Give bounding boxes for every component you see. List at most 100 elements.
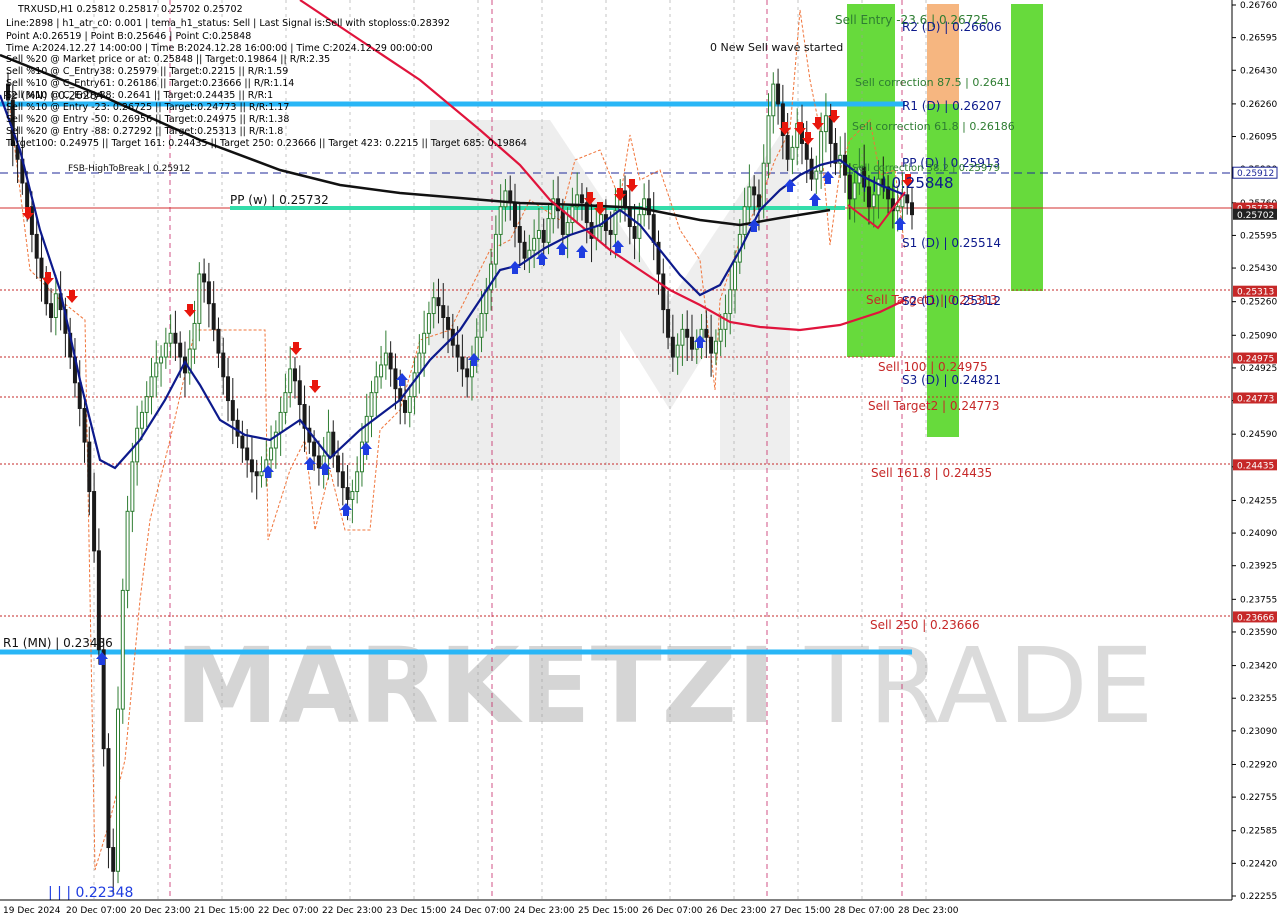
- info-line-11: Target100: 0.24975 || Target 161: 0.2443…: [5, 138, 527, 149]
- candle-body: [713, 340, 718, 354]
- candle-body: [785, 135, 790, 160]
- x-tick-label: 26 Dec 23:00: [706, 906, 767, 916]
- candle-body: [623, 190, 628, 208]
- candle-body: [441, 305, 446, 318]
- candle-body: [259, 471, 264, 477]
- candle-body: [82, 407, 87, 443]
- candle-body: [53, 293, 58, 318]
- candle-body: [245, 447, 250, 461]
- x-tick-label: 25 Dec 15:00: [578, 906, 639, 916]
- green-zone-3: [1011, 4, 1043, 291]
- watermark-text-bold: MARKETZI: [175, 625, 776, 747]
- green-zone-2: [927, 104, 959, 437]
- x-tick-label: 28 Dec 07:00: [834, 906, 895, 916]
- candle-body: [197, 273, 202, 324]
- info-line-2: Point A:0.26519 | Point B:0.25646 | Poin…: [6, 31, 251, 42]
- y-tick-label: 0.23420: [1240, 662, 1277, 672]
- label-pp-weekly: PP (w) | 0.25732: [230, 193, 329, 207]
- label-s3-daily: S3 (D) | 0.24821: [902, 373, 1001, 387]
- candle-body: [455, 344, 460, 358]
- candle-body: [871, 194, 876, 208]
- candle-body: [498, 206, 503, 235]
- price-chart[interactable]: MARKETZI TRADE Sell Entry -23.6 | 0.2672…: [0, 0, 1280, 920]
- candle-body: [235, 419, 240, 437]
- candle-body: [532, 237, 537, 251]
- candle-body: [565, 222, 570, 235]
- time-axis[interactable]: 19 Dec 2024 20 Dec 07:00 20 Dec 23:00 21 De…: [3, 906, 959, 916]
- candle-body: [608, 229, 613, 235]
- candle-body: [92, 491, 97, 552]
- info-line-4: Sell %20 @ Market price or at: 0.25848 |…: [6, 54, 330, 65]
- candle-body: [159, 356, 164, 364]
- candle-body: [742, 206, 747, 235]
- candle-body: [823, 115, 828, 133]
- watermark-text-light: TRADE: [804, 625, 1154, 747]
- candle-body: [579, 194, 584, 204]
- candle-body: [154, 362, 159, 378]
- candle-body: [493, 233, 498, 265]
- candle-body: [230, 400, 235, 421]
- y-tick-label: 0.25595: [1240, 231, 1277, 241]
- chart-window[interactable]: MARKETZI TRADE Sell Entry -23.6 | 0.2672…: [0, 0, 1280, 920]
- candle-body: [312, 441, 317, 457]
- candle-body: [292, 368, 297, 382]
- label-s2-daily: S2 (D) | 0.25312: [902, 294, 1001, 308]
- label-s1-daily: S1 (D) | 0.25514: [902, 236, 1001, 250]
- candle-body: [546, 218, 551, 243]
- candle-body: [168, 332, 173, 344]
- candle-body: [436, 297, 441, 307]
- candle-body: [632, 226, 637, 239]
- y-tick-label: 0.24925: [1240, 364, 1277, 374]
- candle-body: [173, 332, 178, 344]
- y-tick-label: 0.22255: [1240, 892, 1277, 902]
- label-low-point: | | | 0.22348: [48, 885, 133, 901]
- candle-body: [278, 411, 283, 433]
- x-tick-label: 22 Dec 07:00: [258, 906, 319, 916]
- label-sell-100: Sell 100 | 0.24975: [878, 360, 988, 374]
- candle-body: [560, 210, 565, 235]
- label-sell-target2: Sell Target2 | 0.24773: [868, 399, 1000, 413]
- candle-body: [513, 202, 518, 228]
- candle-body: [87, 441, 92, 493]
- candle-body: [666, 309, 671, 338]
- label-fsb-high: FSB-HighToBreak | 0.25912: [68, 164, 190, 174]
- price-tag-label: 0.25702: [1237, 211, 1274, 221]
- candle-body: [661, 273, 666, 311]
- candle-body: [383, 352, 388, 366]
- price-tag-label: 0.24773: [1237, 394, 1274, 404]
- candle-body: [269, 447, 274, 461]
- y-tick-label: 0.23590: [1240, 628, 1277, 638]
- candle-body: [226, 376, 231, 402]
- candle-body: [221, 352, 226, 378]
- candle-body: [125, 510, 130, 591]
- candle-body: [364, 415, 369, 443]
- y-tick-label: 0.26260: [1240, 100, 1277, 110]
- candle-body: [733, 261, 738, 291]
- candle-body: [297, 380, 302, 406]
- candle-body: [517, 226, 522, 243]
- candle-body: [756, 194, 761, 208]
- candle-body: [747, 186, 752, 208]
- y-tick-label: 0.26095: [1240, 133, 1277, 143]
- label-sell-corr-382: Sell correction 38.2 | 0.25979: [852, 163, 1000, 174]
- price-tag-label: 0.24975: [1237, 355, 1274, 365]
- candle-body: [847, 174, 852, 200]
- x-tick-label: 22 Dec 23:00: [322, 906, 383, 916]
- info-line-8: Sell %10 @ Entry -23: 0.26725 || Target:…: [6, 102, 289, 113]
- candle-body: [340, 471, 345, 489]
- x-tick-label: 19 Dec 2024: [3, 906, 61, 916]
- candle-body: [96, 550, 101, 651]
- y-tick-label: 0.25090: [1240, 331, 1277, 341]
- y-tick-label: 0.22585: [1240, 827, 1277, 837]
- info-line-6: Sell %10 @ C_Entry61: 0.26186 || Target:…: [6, 78, 294, 89]
- candle-body: [254, 471, 259, 477]
- y-tick-label: 0.26595: [1240, 34, 1277, 44]
- candle-body: [178, 342, 183, 358]
- candle-body: [34, 233, 39, 259]
- candle-body: [761, 162, 766, 208]
- x-tick-label: 24 Dec 07:00: [450, 906, 511, 916]
- candle-body: [120, 589, 125, 710]
- candle-body: [106, 748, 111, 849]
- candle-body: [766, 115, 771, 164]
- candle-body: [685, 328, 690, 338]
